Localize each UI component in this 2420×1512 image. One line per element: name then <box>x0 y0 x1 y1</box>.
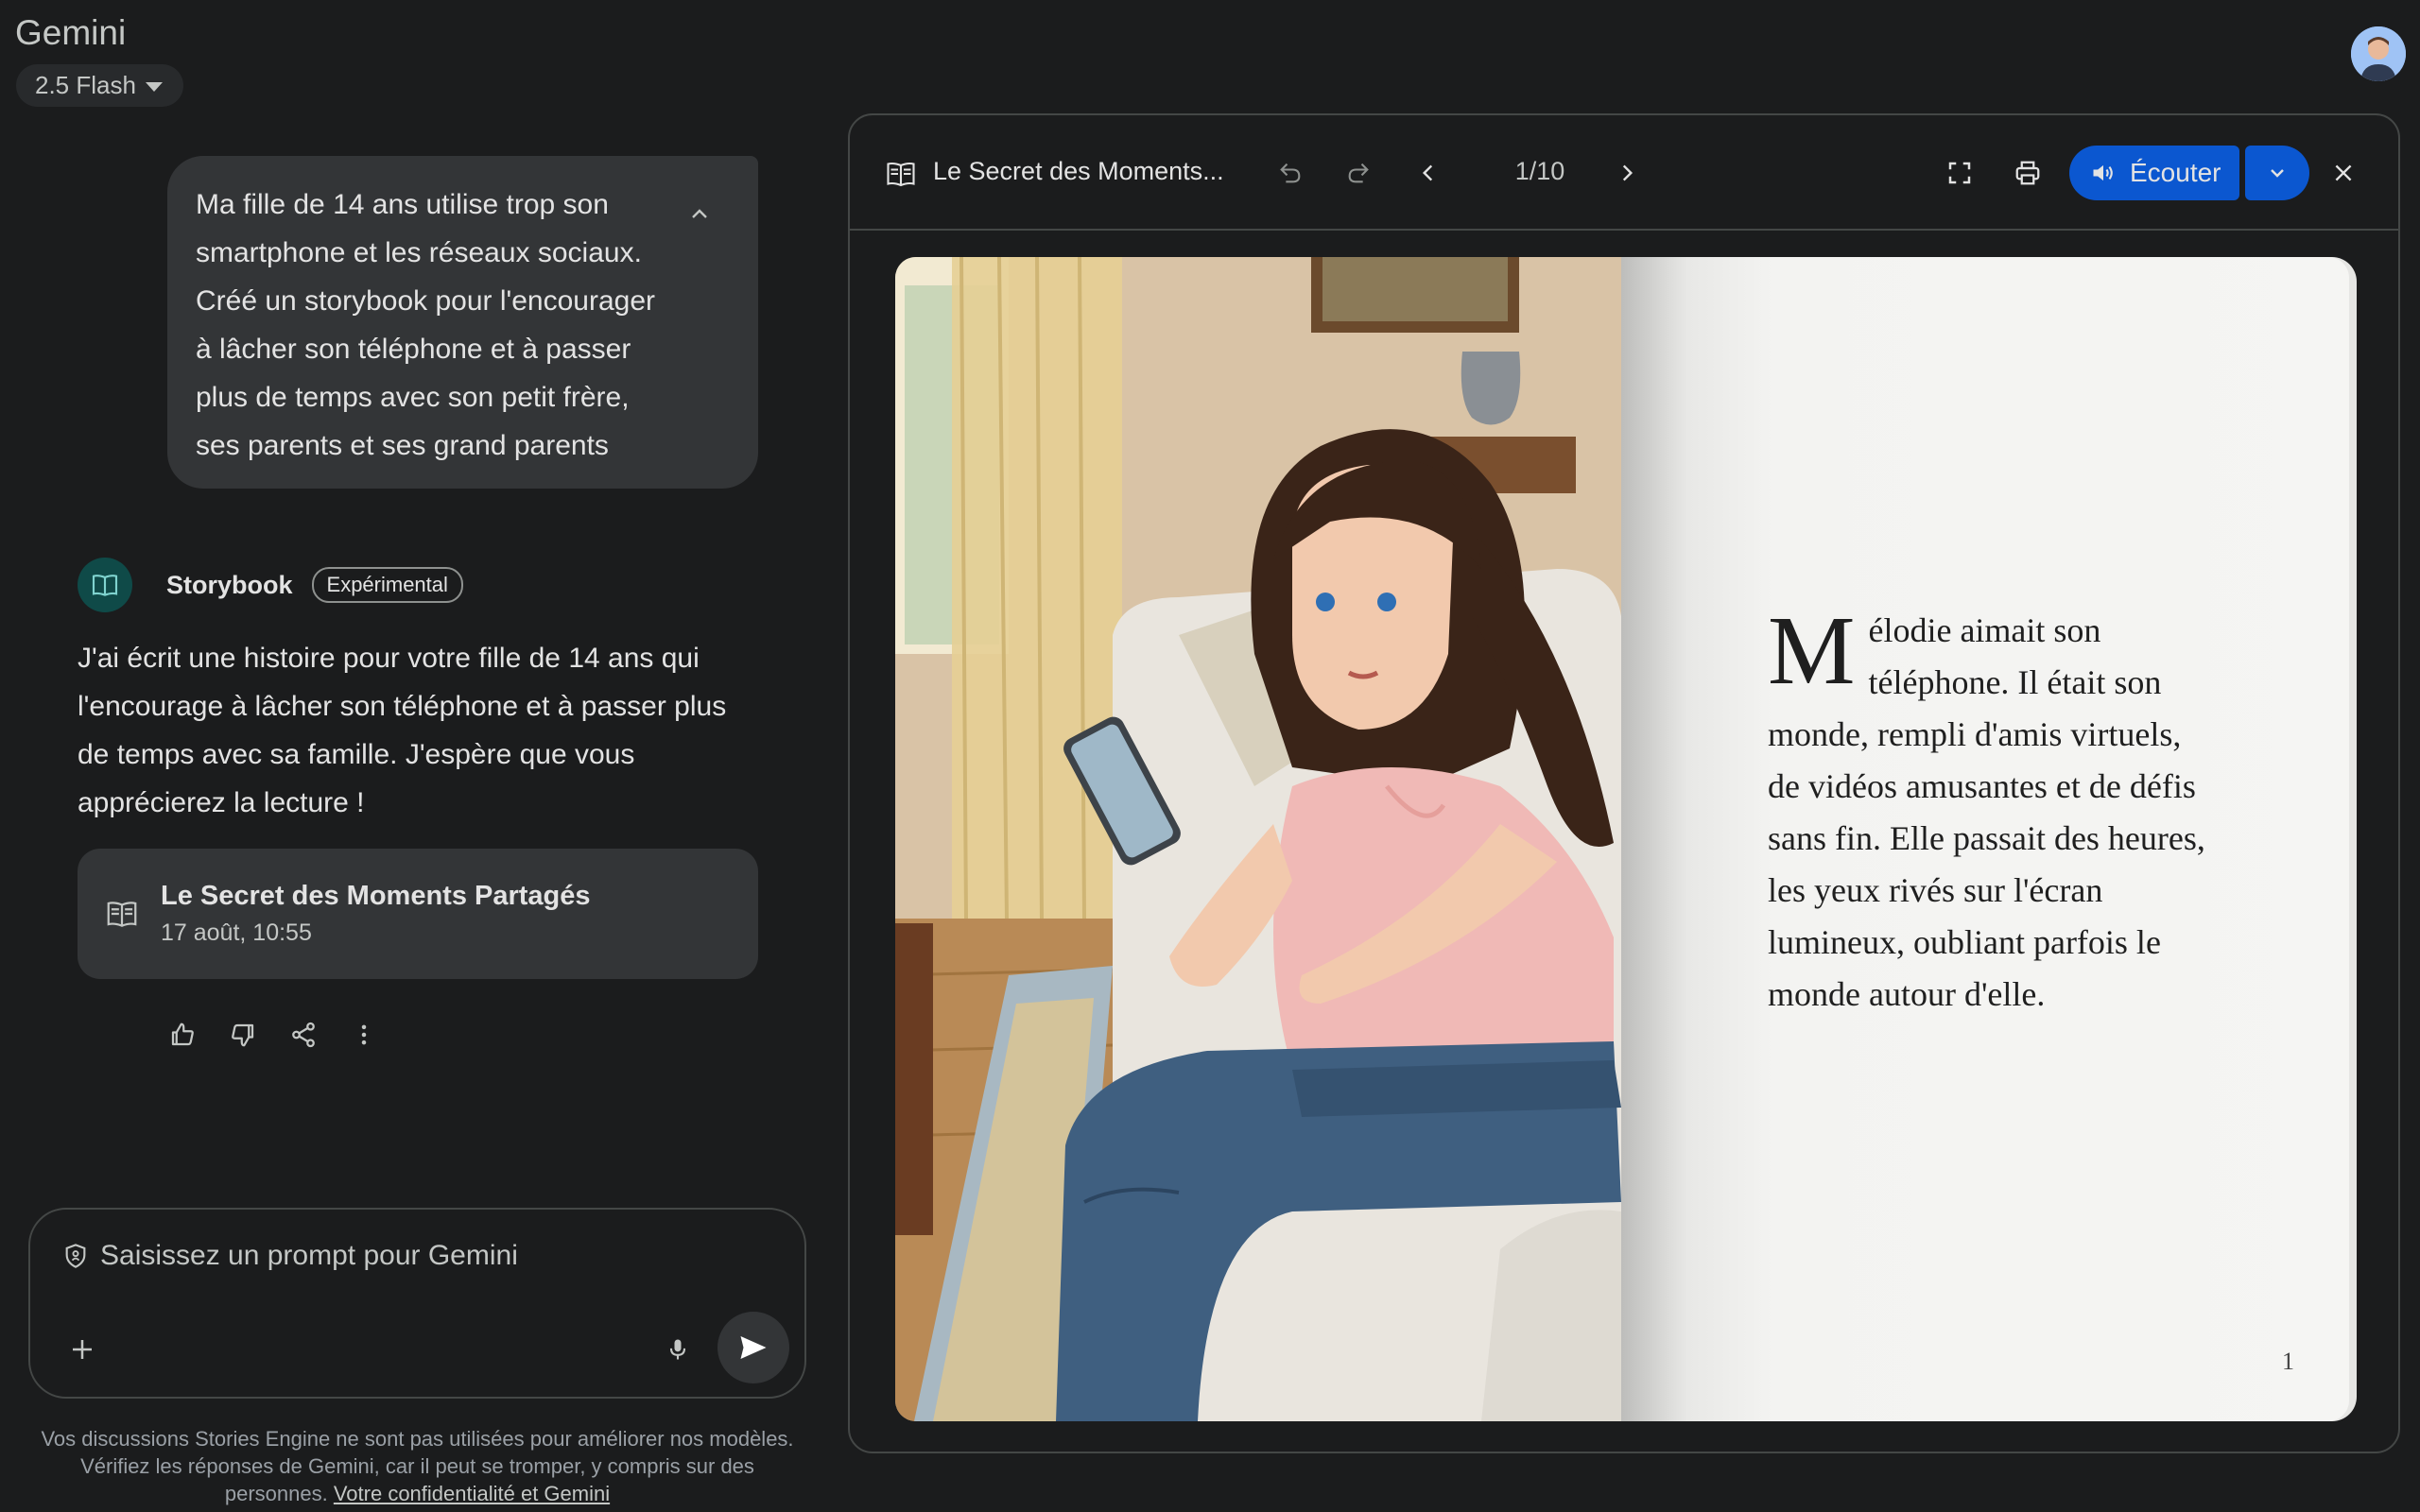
undo-icon <box>1280 163 1301 183</box>
send-icon <box>740 1336 767 1359</box>
viewer-toolbar: Le Secret des Moments... 1/10 Écouter <box>850 115 2398 231</box>
previous-page-button[interactable] <box>1409 154 1447 192</box>
send-button[interactable] <box>717 1312 789 1383</box>
assistant-header: Storybook Expérimental <box>78 558 463 612</box>
story-illustration <box>895 257 1621 1421</box>
share-button[interactable] <box>284 1015 323 1055</box>
experimental-badge: Expérimental <box>311 567 463 603</box>
print-button[interactable] <box>2009 154 2047 192</box>
thumbs-down-button[interactable] <box>223 1015 263 1055</box>
book-spread: M élodie aimait son téléphone. Il était … <box>895 257 2357 1421</box>
listen-options-button[interactable] <box>2245 146 2309 200</box>
chevron-right-icon <box>1622 164 1634 181</box>
app-title: Gemini <box>15 13 127 52</box>
avatar[interactable] <box>2351 26 2406 81</box>
chevron-left-icon <box>1422 164 1433 181</box>
thumbs-up-icon <box>171 1022 194 1046</box>
book-icon <box>107 902 137 927</box>
redo-icon <box>1348 163 1369 183</box>
prompt-placeholder: Saisissez un prompt pour Gemini <box>100 1240 518 1271</box>
storybook-viewer: Le Secret des Moments... 1/10 Écouter M … <box>848 113 2400 1453</box>
card-title: Le Secret des Moments Partagés <box>161 881 591 911</box>
user-message-text: Ma fille de 14 ans utilise trop son smar… <box>196 189 656 461</box>
assistant-name: Storybook <box>166 570 293 599</box>
shield-icon <box>65 1244 86 1268</box>
close-button[interactable] <box>2325 154 2362 192</box>
microphone-button[interactable] <box>654 1326 701 1373</box>
page-indicator: 1/10 <box>1514 157 1565 185</box>
privacy-link[interactable]: Votre confidentialité et Gemini <box>334 1482 610 1505</box>
caret-down-icon <box>145 82 163 92</box>
more-options-button[interactable] <box>344 1015 384 1055</box>
chevron-down-icon <box>2271 169 2284 178</box>
page-number: 1 <box>2282 1348 2294 1375</box>
thumbs-down-icon <box>232 1023 254 1047</box>
model-selector[interactable]: 2.5 Flash <box>16 64 183 107</box>
drop-cap: M <box>1768 596 1856 705</box>
model-label: 2.5 Flash <box>35 71 136 99</box>
story-text: M élodie aimait son téléphone. Il était … <box>1768 596 2221 1021</box>
listen-label: Écouter <box>2130 158 2221 187</box>
close-icon <box>2335 164 2352 181</box>
thumbs-up-button[interactable] <box>163 1015 202 1055</box>
assistant-response: J'ai écrit une histoire pour votre fille… <box>78 643 727 818</box>
redo-button[interactable] <box>1340 154 1377 192</box>
user-message-bubble: Ma fille de 14 ans utilise trop son smar… <box>167 156 758 489</box>
illustration-page <box>895 257 1621 1421</box>
book-icon <box>882 155 920 193</box>
more-vert-icon <box>361 1024 367 1045</box>
open-book-icon <box>92 575 118 596</box>
plus-icon <box>73 1340 92 1359</box>
text-page: M élodie aimait son téléphone. Il était … <box>1621 257 2349 1421</box>
disclaimer: Vos discussions Stories Engine ne sont p… <box>41 1427 794 1505</box>
chevron-up-icon <box>692 209 707 218</box>
prompt-composer: Saisissez un prompt pour Gemini <box>28 1208 806 1399</box>
share-icon <box>292 1022 315 1048</box>
response-actions <box>163 1015 384 1055</box>
fullscreen-button[interactable] <box>1941 154 1979 192</box>
storybook-card[interactable]: Le Secret des Moments Partagés 17 août, … <box>78 849 758 979</box>
fullscreen-icon <box>1948 162 1971 184</box>
next-page-button[interactable] <box>1608 154 1646 192</box>
undo-button[interactable] <box>1271 154 1309 192</box>
viewer-title: Le Secret des Moments... <box>933 157 1224 185</box>
prompt-input[interactable]: Saisissez un prompt pour Gemini <box>62 1240 518 1272</box>
print-icon <box>2015 161 2040 185</box>
card-date: 17 août, 10:55 <box>161 919 312 946</box>
collapse-button[interactable] <box>679 194 720 235</box>
listen-button[interactable]: Écouter <box>2069 146 2239 200</box>
speaker-icon <box>2093 164 2113 181</box>
add-button[interactable] <box>59 1326 106 1373</box>
storybook-avatar <box>78 558 132 612</box>
microphone-icon <box>669 1339 686 1360</box>
